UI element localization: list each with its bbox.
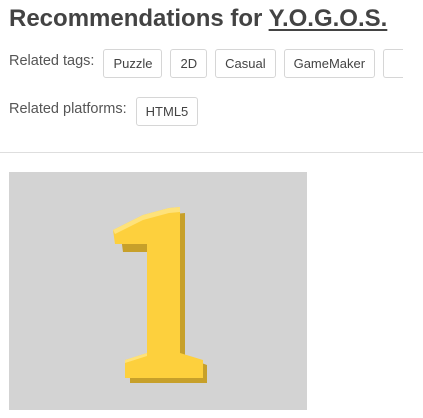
related-platforms-row: Related platforms: HTML5 (9, 97, 206, 126)
number-one-icon (113, 207, 207, 383)
related-platforms-label: Related platforms: (9, 100, 127, 117)
tag-casual[interactable]: Casual (215, 49, 276, 78)
tag-puzzle[interactable]: Puzzle (103, 49, 163, 78)
tag-gamemaker[interactable]: GameMaker (283, 49, 376, 78)
platform-html5[interactable]: HTML5 (135, 97, 199, 126)
related-tags-row: Related tags: Puzzle 2D Casual GameMaker (9, 49, 411, 78)
tag-overflow[interactable] (383, 49, 404, 78)
tag-2d[interactable]: 2D (170, 49, 208, 78)
game-link[interactable]: Y.O.G.O.S. (269, 5, 388, 32)
title-prefix: Recommendations for (9, 5, 269, 32)
page-title: Recommendations for Y.O.G.O.S. (9, 3, 387, 35)
game-thumbnail[interactable] (9, 172, 307, 410)
section-divider (0, 152, 423, 153)
related-tags-label: Related tags: (9, 52, 95, 69)
